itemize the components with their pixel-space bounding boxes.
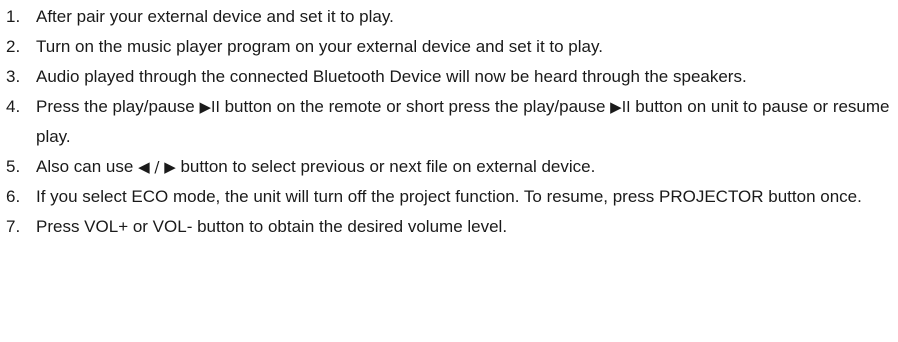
step-text: Also can use ◀ / ▶ button to select prev…	[36, 152, 898, 182]
step-text: If you select ECO mode, the unit will tu…	[36, 187, 862, 206]
step-number: 7.	[6, 217, 21, 236]
step-text-part: button on the remote or short press the …	[219, 97, 611, 116]
list-item-3: 3. Audio played through the connected Bl…	[0, 62, 898, 92]
list-item-6: 6. If you select ECO mode, the unit will…	[0, 182, 898, 212]
step-number: 5.	[6, 157, 21, 176]
step-number: 6.	[6, 187, 21, 206]
list-item-5: 5. Also can use ◀ / ▶ button to select p…	[0, 152, 898, 182]
step-text-part: Also can use	[36, 157, 139, 176]
play-pause-icon: ▶II	[610, 98, 631, 116]
step-number: 4.	[6, 97, 21, 116]
step-number: 2.	[6, 37, 21, 56]
step-text: Press VOL+ or VOL- button to obtain the …	[36, 217, 508, 236]
step-text-part: Press the play/pause	[36, 97, 200, 116]
step-text: Audio played through the connected Bluet…	[36, 67, 747, 86]
step-number: 1.	[6, 7, 21, 26]
list-item-2: 2. Turn on the music player program on y…	[0, 32, 898, 62]
play-pause-icon: ▶II	[199, 98, 220, 116]
list-item-1: 1. After pair your external device and s…	[0, 2, 898, 32]
step-text: After pair your external device and set …	[36, 7, 394, 26]
list-item-4: 4. Press the play/pause ▶II button on th…	[0, 92, 898, 152]
step-text: Turn on the music player program on your…	[36, 37, 603, 56]
list-item-7: 7. Press VOL+ or VOL- button to obtain t…	[0, 212, 898, 242]
step-text-part: button to select previous or next file o…	[175, 157, 596, 176]
step-number: 3.	[6, 67, 21, 86]
previous-next-icon: ◀ / ▶	[138, 158, 176, 176]
step-text: Press the play/pause ▶II button on the r…	[36, 92, 898, 152]
instruction-list: 1. After pair your external device and s…	[0, 2, 898, 242]
